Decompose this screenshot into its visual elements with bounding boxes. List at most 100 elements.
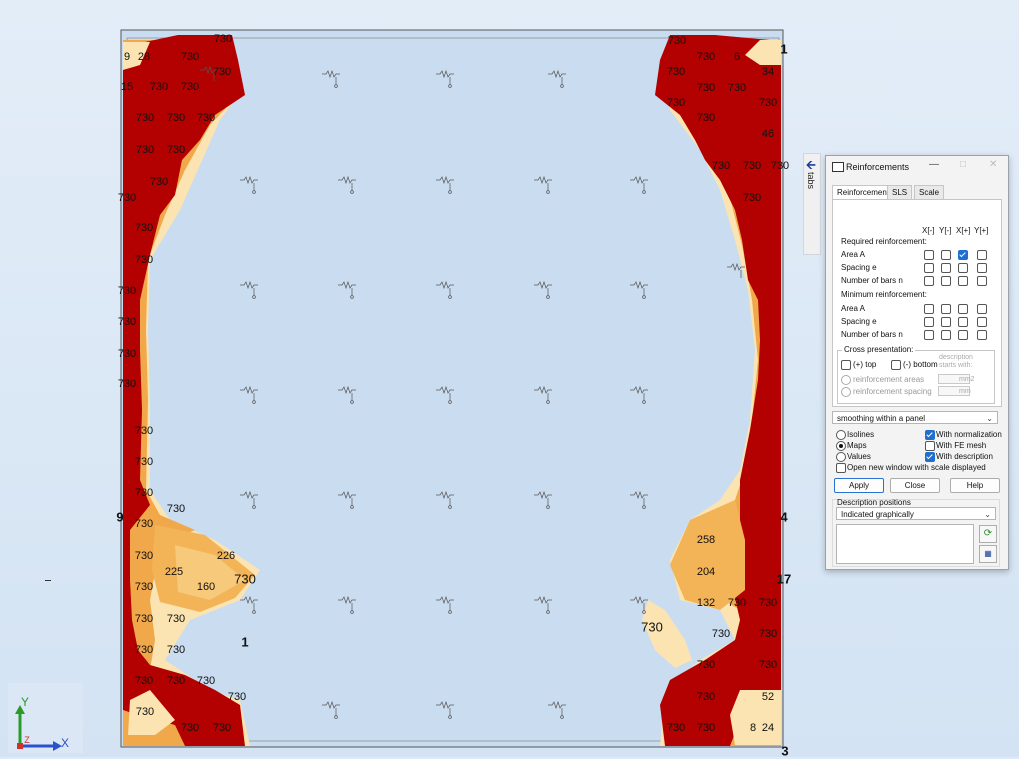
bottom-label: (-) bottom [903, 360, 938, 369]
minimize-icon[interactable]: — [929, 159, 939, 170]
min-bars-checkbox[interactable] [977, 330, 987, 340]
description-positions-group: Description positions Indicated graphica… [832, 498, 1000, 567]
reinforcement-spacing-label: reinforcement spacing [853, 387, 932, 396]
value-label: 730 [117, 192, 137, 204]
value-label: 730 [166, 144, 186, 156]
value-label: 730 [134, 254, 154, 266]
value-label: 730 [117, 285, 137, 297]
col-y-minus: Y[-] [939, 226, 952, 235]
description-positions-title: Description positions [837, 498, 911, 507]
new-window-label: Open new window with scale displayed [847, 463, 986, 472]
values-radio[interactable] [836, 452, 846, 462]
cross-presentation-group: Cross presentation: (+) top (-) bottom d… [837, 345, 995, 404]
app-icon [832, 162, 844, 172]
value-label: 730 [727, 597, 747, 609]
axis-x-label: X [60, 736, 70, 750]
req-bars-checkbox[interactable] [977, 276, 987, 286]
value-label: 730 [134, 425, 154, 437]
value-label: 730 [134, 222, 154, 234]
apply-button[interactable]: Apply [834, 478, 884, 493]
dialog-title: Reinforcements [846, 162, 910, 172]
reinforcement-areas-radio[interactable] [841, 375, 851, 385]
req-spacing-checkbox[interactable] [977, 263, 987, 273]
req-area-x-plus-checkbox[interactable] [958, 250, 968, 260]
description-positions-select[interactable]: Indicated graphically ⌄ [836, 507, 996, 520]
dialog-title-bar[interactable]: Reinforcements — □ ✕ [826, 156, 1008, 178]
value-label: 730 [134, 613, 154, 625]
min-spacing-checkbox[interactable] [977, 317, 987, 327]
reinforcement-spacing-radio[interactable] [841, 387, 851, 397]
fe-mesh-checkbox[interactable] [925, 441, 935, 451]
normalization-checkbox[interactable] [925, 430, 935, 440]
req-bars-checkbox[interactable] [924, 276, 934, 286]
maps-label: Maps [847, 441, 867, 450]
chevron-down-icon: ⌄ [984, 510, 991, 519]
value-label: 730 [758, 628, 778, 640]
min-bars-checkbox[interactable] [958, 330, 968, 340]
req-spacing-checkbox[interactable] [924, 263, 934, 273]
value-label: 730 [212, 722, 232, 734]
close-button[interactable]: Close [890, 478, 940, 493]
req-spacing-checkbox[interactable] [941, 263, 951, 273]
tab-reinforcement[interactable]: Reinforcement [832, 185, 895, 199]
description-label: With description [936, 452, 993, 461]
min-area-checkbox[interactable] [924, 304, 934, 314]
value-label: 730 [742, 160, 762, 172]
axis-y-label: Y [20, 695, 30, 709]
req-spacing-checkbox[interactable] [958, 263, 968, 273]
value-label: 8 [749, 722, 757, 734]
req-area-y-minus-checkbox[interactable] [941, 250, 951, 260]
close-icon[interactable]: ✕ [989, 159, 997, 170]
min-area-checkbox[interactable] [941, 304, 951, 314]
node-label: 9 [116, 509, 124, 525]
value-label: 730 [180, 81, 200, 93]
tab-scale[interactable]: Scale [914, 185, 945, 199]
table-export-icon[interactable]: ▦ [979, 545, 997, 563]
tab-sls[interactable]: SLS [887, 185, 913, 199]
value-label: 730 [117, 378, 137, 390]
refresh-icon[interactable]: ⟳ [979, 525, 997, 543]
value-label: 9 [123, 51, 131, 63]
description-textarea[interactable] [836, 524, 974, 564]
normalization-label: With normalization [936, 430, 1002, 439]
min-bars-checkbox[interactable] [924, 330, 934, 340]
value-label: 46 [761, 128, 775, 140]
value-label: 24 [761, 722, 775, 734]
value-label: 730 [641, 619, 663, 635]
req-area-x-minus-checkbox[interactable] [924, 250, 934, 260]
value-label: 730 [742, 192, 762, 204]
description-checkbox[interactable] [925, 452, 935, 462]
value-label: 226 [216, 550, 236, 562]
value-label: 730 [134, 581, 154, 593]
min-bars-checkbox[interactable] [941, 330, 951, 340]
required-spacing-label: Spacing e [841, 263, 877, 272]
min-area-checkbox[interactable] [958, 304, 968, 314]
value-label: 730 [696, 659, 716, 671]
req-bars-checkbox[interactable] [941, 276, 951, 286]
min-spacing-checkbox[interactable] [924, 317, 934, 327]
value-label: 730 [696, 691, 716, 703]
min-spacing-checkbox[interactable] [941, 317, 951, 327]
value-label: 730 [149, 81, 169, 93]
new-window-checkbox[interactable] [836, 463, 846, 473]
value-label: 730 [134, 456, 154, 468]
reinforcement-areas-label: reinforcement areas [853, 375, 925, 384]
value-label: 225 [164, 566, 184, 578]
isolines-radio[interactable] [836, 430, 846, 440]
smoothing-select[interactable]: smoothing within a panel ⌄ [832, 411, 998, 424]
help-button[interactable]: Help [950, 478, 1000, 493]
min-spacing-checkbox[interactable] [958, 317, 968, 327]
tabs-side-strip[interactable]: 🡨 tabs [803, 153, 821, 255]
maximize-icon[interactable]: □ [960, 159, 966, 170]
top-label: (+) top [853, 360, 877, 369]
maps-radio[interactable] [836, 441, 846, 451]
value-label: 28 [137, 51, 151, 63]
bottom-checkbox[interactable] [891, 360, 901, 370]
value-label: 730 [727, 82, 747, 94]
top-checkbox[interactable] [841, 360, 851, 370]
req-bars-checkbox[interactable] [958, 276, 968, 286]
minimum-bars-label: Number of bars n [841, 330, 903, 339]
value-label: 730 [770, 160, 790, 172]
req-area-y-plus-checkbox[interactable] [977, 250, 987, 260]
min-area-checkbox[interactable] [977, 304, 987, 314]
